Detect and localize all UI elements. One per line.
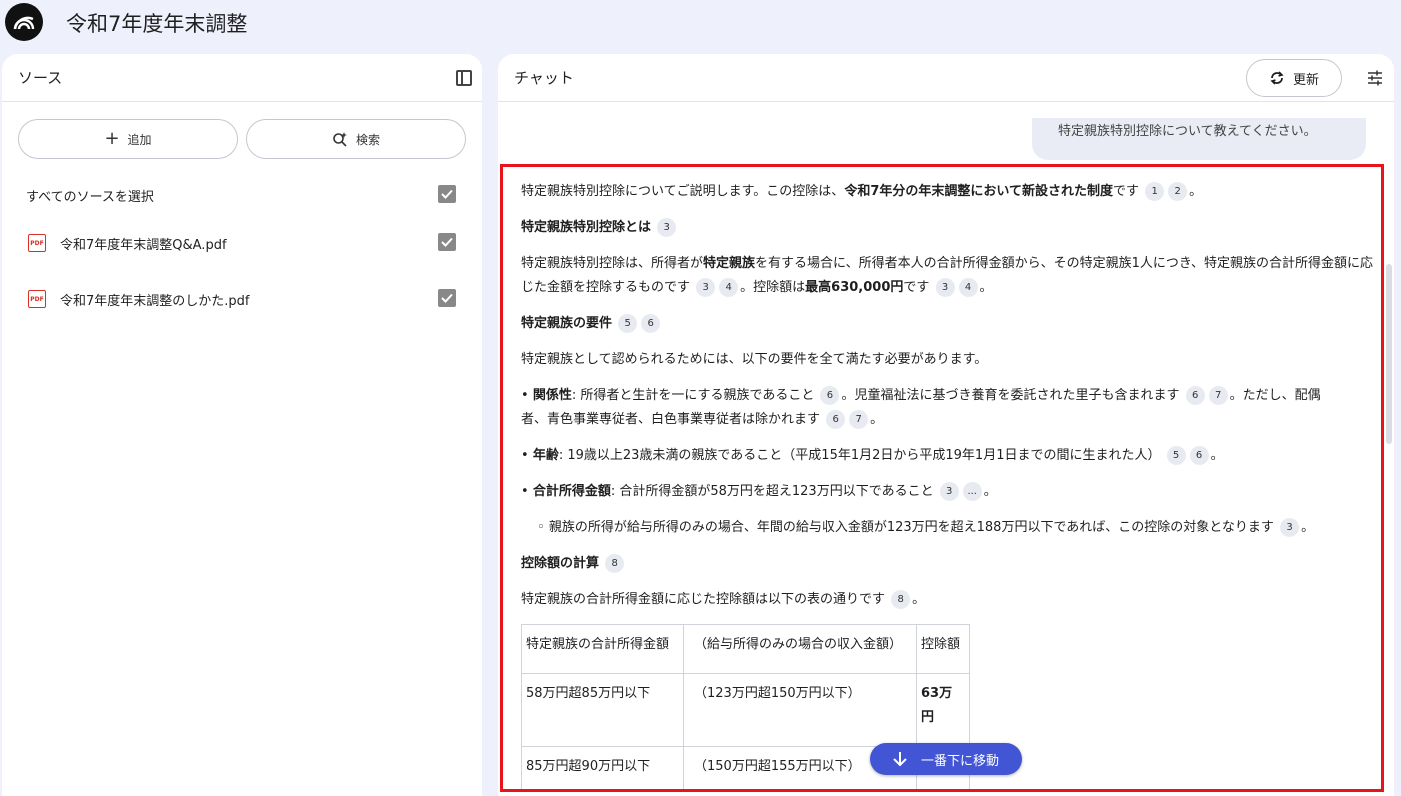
source-checkbox[interactable] [438,289,456,307]
answer-bullet: • 合計所得金額: 合計所得金額が58万円を超え123万円以下であること 3..… [521,482,997,501]
check-icon [441,237,453,247]
citation-chip[interactable]: 6 [820,386,840,405]
tune-settings-icon[interactable] [1367,70,1383,86]
collapse-panel-icon[interactable] [456,70,472,86]
answer-bullet: • 関係性: 所得者と生計を一にする親族であること 6 。児童福祉法に基づき養育を… [521,386,1321,429]
citation-chip[interactable]: 3 [935,278,955,297]
search-sparkle-icon [333,132,347,147]
citation-chip[interactable]: 6 [826,410,846,429]
user-message-bubble: 特定親族特別控除について教えてください。 [1032,118,1366,160]
select-all-row[interactable]: すべてのソースを選択 [26,183,456,207]
citation-chip[interactable]: 6 [1189,446,1209,465]
citation-chip[interactable]: 3 [939,482,959,501]
citation-chip[interactable]: 3 [657,218,677,237]
answer-paragraph: 特定親族として認められるためには、以下の要件を全て満たす必要があります。 [521,352,988,367]
answer-paragraph: 特定親族特別控除は、所得者が特定親族を有する場合に、所得者本人の合計所得金額から… [521,256,1374,297]
arrow-down-icon [893,752,907,767]
sources-header: ソース [2,54,482,102]
table-header-row: 特定親族の合計所得金額 （給与所得のみの場合の収入金額） 控除額 [521,624,970,674]
sources-title: ソース [18,69,63,87]
citation-chip[interactable]: 4 [719,278,739,297]
source-item[interactable]: PDF 令和7年度年末調整のしかた.pdf [26,287,456,311]
answer-sub-bullet: ◦ 親族の所得が給与所得のみの場合、年間の給与収入金額が123万円を超え188万… [537,518,1315,537]
answer-intro: 特定親族特別控除についてご説明します。この控除は、令和7年分の年末調整において新… [521,182,1203,201]
top-bar: 令和7年度年末調整 [0,0,1401,48]
chat-panel: チャット 更新 特定親族特別控除について教えてください。 特定親族特別控除につい… [498,54,1394,796]
source-item[interactable]: PDF 令和7年度年末調整Q&A.pdf [26,231,456,255]
answer-heading: 控除額の計算 8 [521,552,1381,576]
scroll-to-bottom-button[interactable]: 一番下に移動 [870,743,1022,775]
chat-header: チャット 更新 [498,54,1394,102]
refresh-button[interactable]: 更新 [1246,59,1342,97]
notebook-title[interactable]: 令和7年度年末調整 [66,8,247,38]
citation-chip[interactable]: 5 [1166,446,1186,465]
assistant-answer: 特定親族特別控除についてご説明します。この控除は、令和7年分の年末調整において新… [500,164,1384,792]
notebook-logo-icon[interactable] [5,3,43,41]
citation-chip[interactable]: 3 [696,278,716,297]
add-source-button[interactable]: + 追加 [18,119,238,159]
citation-chip[interactable]: 2 [1168,182,1188,201]
refresh-label: 更新 [1292,72,1319,88]
scroll-to-bottom-label: 一番下に移動 [920,753,999,769]
check-icon [441,189,453,199]
table-cell: 85万円超90万円以下 [521,746,684,789]
citation-chip[interactable]: ... [962,482,982,501]
citation-chip[interactable]: 1 [1145,182,1165,201]
source-name: 令和7年度年末調整のしかた.pdf [60,293,250,309]
check-icon [441,293,453,303]
source-name: 令和7年度年末調整Q&A.pdf [60,237,227,253]
citation-chip[interactable]: 3 [1280,518,1300,537]
pdf-icon: PDF [28,234,46,252]
table-cell: 58万円超85万円以下 [521,673,684,747]
chat-title: チャット [514,69,574,87]
citation-chip[interactable]: 5 [618,314,638,333]
table-cell: （123万円超150万円以下） [683,673,917,747]
citation-chip[interactable]: 8 [605,554,625,573]
answer-heading: 特定親族特別控除とは 3 [521,216,1381,240]
table-header-cell: 特定親族の合計所得金額 [521,624,684,674]
table-header-cell: 控除額 [916,624,970,674]
citation-chip[interactable]: 7 [849,410,869,429]
pdf-icon: PDF [28,290,46,308]
source-checkbox[interactable] [438,233,456,251]
select-all-checkbox[interactable] [438,185,456,203]
citation-chip[interactable]: 4 [958,278,978,297]
citation-chip[interactable]: 8 [891,590,911,609]
citation-chip[interactable]: 6 [641,314,661,333]
table-cell: 63万円 [916,673,970,747]
table-row: 58万円超85万円以下 （123万円超150万円以下） 63万円 [521,673,970,747]
answer-bullet: • 年齢: 19歳以上23歳未満の親族であること（平成15年1月2日から平成19… [521,446,1224,465]
answer-paragraph: 特定親族の合計所得金額に応じた控除額は以下の表の通りです 8。 [521,590,926,609]
chat-scrollbar[interactable] [1386,264,1392,444]
refresh-icon [1270,71,1284,85]
plus-icon: + [104,128,120,149]
citation-chip[interactable]: 6 [1185,386,1205,405]
add-source-label: 追加 [127,132,152,147]
search-source-button[interactable]: 検索 [246,119,466,159]
search-source-label: 検索 [355,132,380,147]
sources-panel: ソース + 追加 検索 すべてのソースを選択 PDF 令和7年度年末調整Q&A.… [2,54,482,796]
select-all-label: すべてのソースを選択 [26,189,154,205]
table-header-cell: （給与所得のみの場合の収入金額） [683,624,917,674]
answer-heading: 特定親族の要件 56 [521,312,1381,336]
citation-chip[interactable]: 7 [1208,386,1228,405]
